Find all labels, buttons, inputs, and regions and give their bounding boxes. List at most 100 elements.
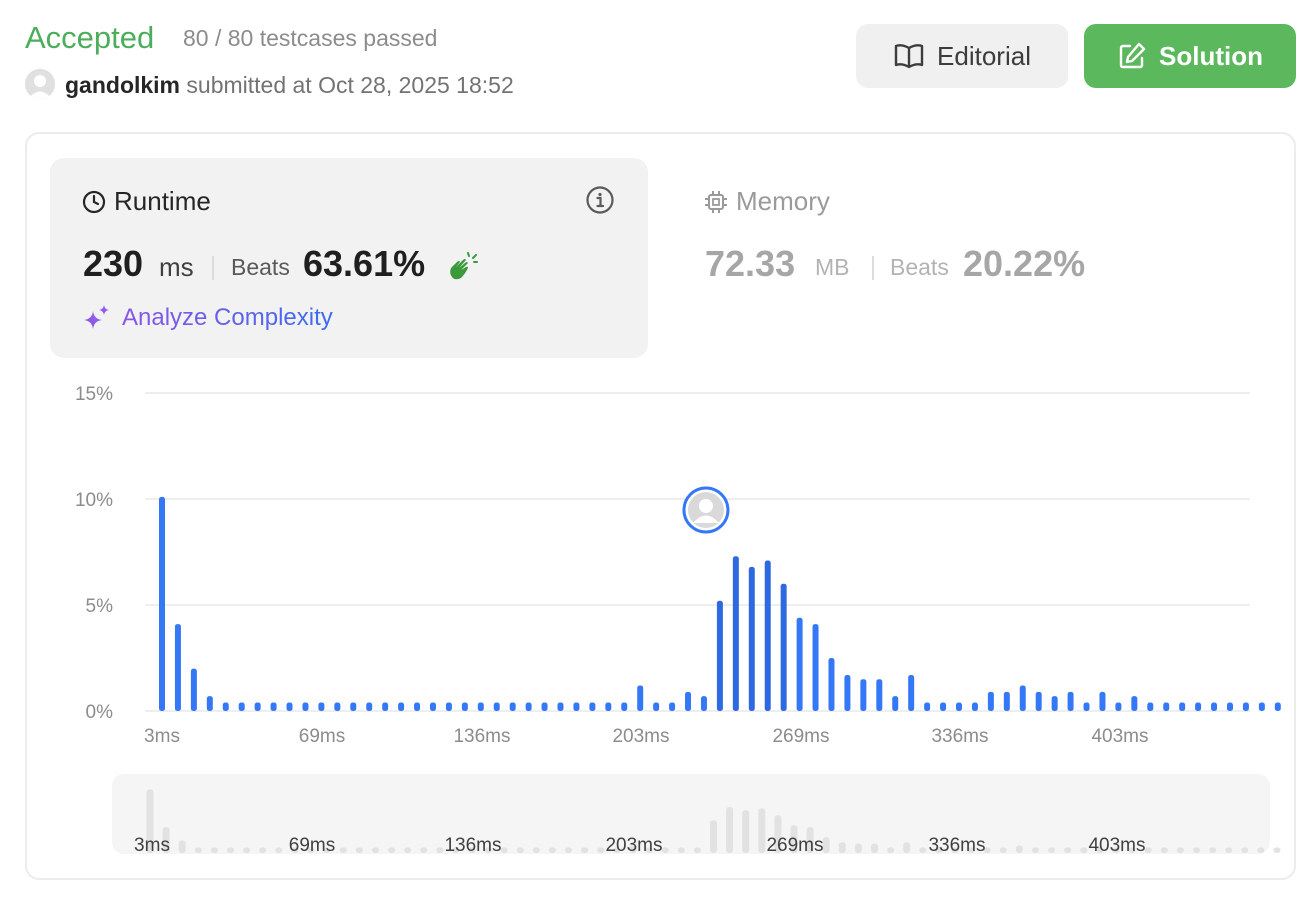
chart-bar[interactable] [174,624,181,711]
chart-bar[interactable] [414,702,421,711]
chart-bar[interactable] [1019,685,1026,711]
chart-bar[interactable] [159,496,165,711]
chart-bar[interactable] [780,583,787,711]
minimap-bar [275,847,283,853]
chart-bar[interactable] [1163,702,1170,711]
chart-bar[interactable] [222,702,229,711]
minimap-bar [919,847,927,853]
minimap-bar [677,847,685,853]
chart-bar[interactable] [1067,691,1074,711]
minimap-bar [1160,847,1168,853]
chart-bar[interactable] [748,566,755,711]
x-tick-label: 203ms [612,726,669,747]
minimap-bar [581,847,589,853]
chart-bar[interactable] [541,702,548,711]
chart-bar[interactable] [302,702,309,711]
chart-bar[interactable] [1035,691,1042,711]
minimap-bar [210,847,218,853]
chart-bar[interactable] [366,702,373,711]
y-tick-label: 5% [86,596,114,617]
chart-bar[interactable] [1099,691,1106,711]
minimap-bar [436,847,444,853]
chart-bar[interactable] [700,696,707,711]
chart-bar[interactable] [1258,702,1265,711]
chart-bar[interactable] [956,702,962,711]
chart-bar[interactable] [892,696,899,711]
chart-bar[interactable] [509,702,516,711]
chart-bar[interactable] [1003,691,1010,711]
minimap-bar [726,807,734,853]
minimap-bar [887,847,895,853]
x-tick-label: 136ms [453,726,510,747]
chart-bar[interactable] [844,674,851,711]
chart-bar[interactable] [1115,702,1122,711]
minimap-bar [758,808,766,853]
x-tick-label: 3ms [144,726,180,747]
minimap-bar [1144,847,1152,853]
chart-bar[interactable] [860,679,867,711]
chart-bar[interactable] [669,702,676,711]
minimap-bar [404,847,412,853]
chart-bar[interactable] [318,702,325,711]
chart-bar[interactable] [1131,696,1138,711]
minimap-bar [1209,847,1217,853]
chart-bar[interactable] [429,702,436,711]
minimap-bar [388,847,395,853]
minimap-bar [500,847,508,853]
chart-bar[interactable] [716,600,723,711]
chart-bar[interactable] [924,702,931,711]
chart-bar[interactable] [971,702,978,711]
chart-bar[interactable] [477,702,484,711]
minimap-bar [661,847,669,853]
chart-bar[interactable] [621,702,628,711]
chart-bar[interactable] [685,691,692,711]
chart-bar[interactable] [1051,696,1058,711]
minimap-bar [710,820,717,853]
chart-bar[interactable] [876,679,883,711]
minimap-bar [903,842,911,853]
chart-bar[interactable] [764,560,771,711]
chart-bar[interactable] [270,702,277,711]
chart-bar[interactable] [812,624,819,711]
chart-bar[interactable] [286,702,293,711]
chart-bar[interactable] [732,556,739,711]
minimap-tick-label: 203ms [605,835,662,856]
chart-bar[interactable] [908,674,915,711]
chart-bar[interactable] [1083,702,1090,711]
chart-bar[interactable] [557,702,564,711]
chart-bar[interactable] [589,702,596,711]
chart-bar[interactable] [1274,702,1281,711]
chart-bar[interactable] [1211,702,1218,711]
chart-bar[interactable] [461,702,468,711]
minimap-bar [1015,845,1023,853]
chart-bar[interactable] [398,702,405,711]
chart-bar[interactable] [350,702,357,711]
chart-bar[interactable] [653,702,660,711]
chart-bar[interactable] [1195,702,1202,711]
minimap-bar [194,847,202,853]
chart-bar[interactable] [206,696,213,711]
chart-bar[interactable] [382,702,389,711]
chart-bar[interactable] [828,658,835,711]
chart-bar[interactable] [190,668,197,711]
chart-bar[interactable] [1179,702,1186,711]
chart-bar[interactable] [493,702,500,711]
chart-bar[interactable] [1226,702,1233,711]
chart-bar[interactable] [987,691,994,711]
minimap-bar [516,847,524,853]
chart-bar[interactable] [238,702,245,711]
chart-bar[interactable] [796,617,803,711]
chart-bar[interactable] [940,702,947,711]
runtime-distribution-chart[interactable]: 15% 10% 5% 0% 3ms 69ms 136ms 203ms 269ms 336ms 403… [0,0,1316,902]
chart-bar[interactable] [605,702,612,711]
chart-bar[interactable] [1242,702,1249,711]
chart-bar[interactable] [637,685,644,711]
chart-bar[interactable] [445,702,452,711]
minimap-bar [999,847,1007,853]
chart-bar[interactable] [334,702,341,711]
chart-bar[interactable] [1147,702,1154,711]
x-tick-label: 336ms [931,726,988,747]
chart-bar[interactable] [525,702,532,711]
chart-bar[interactable] [573,702,580,711]
chart-bar[interactable] [254,702,261,711]
